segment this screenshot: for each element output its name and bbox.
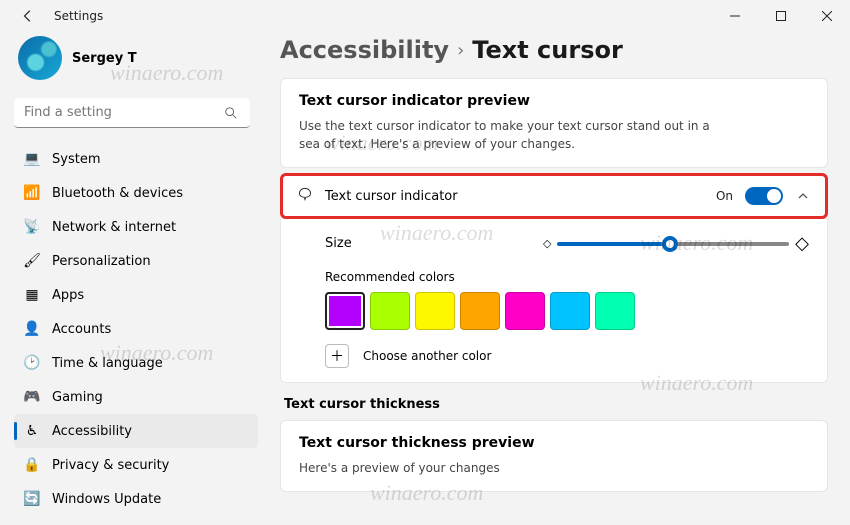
colors-label: Recommended colors [325, 270, 809, 284]
avatar [18, 36, 62, 80]
color-swatch[interactable] [370, 292, 410, 330]
chevron-up-icon[interactable] [795, 188, 811, 204]
sidebar-item-windows-update[interactable]: 🔄 Windows Update [14, 482, 258, 516]
indicator-toggle-highlight: Text cursor indicator On [280, 173, 828, 219]
indicator-label: Text cursor indicator [325, 189, 458, 204]
sidebar-item-bluetooth-devices[interactable]: 📶 Bluetooth & devices [14, 176, 258, 210]
toggle-state-label: On [716, 189, 733, 203]
nav-label: Privacy & security [52, 458, 169, 473]
search-input[interactable] [14, 98, 250, 128]
nav-icon: 🎮 [24, 389, 40, 405]
sidebar-item-gaming[interactable]: 🎮 Gaming [14, 380, 258, 414]
sidebar-item-system[interactable]: 💻 System [14, 142, 258, 176]
username: Sergey T [72, 51, 137, 66]
back-button[interactable] [16, 4, 40, 28]
color-swatch[interactable] [415, 292, 455, 330]
choose-color-label[interactable]: Choose another color [363, 349, 491, 363]
sidebar-item-personalization[interactable]: 🖌 Personalization [14, 244, 258, 278]
nav-icon: 🖌 [24, 253, 40, 269]
nav-icon: 📶 [24, 185, 40, 201]
nav-icon: 🕑 [24, 355, 40, 371]
indicator-toggle-row[interactable]: Text cursor indicator On [283, 176, 825, 216]
minimize-button[interactable] [712, 0, 758, 32]
nav-label: Bluetooth & devices [52, 186, 183, 201]
sidebar-item-apps[interactable]: ▦ Apps [14, 278, 258, 312]
nav-icon: 💻 [24, 151, 40, 167]
sidebar: Sergey T 💻 System 📶 Bluetooth & devices 📡 Net… [0, 32, 264, 525]
chevron-right-icon: › [457, 40, 464, 61]
nav-label: Windows Update [52, 492, 161, 507]
preview-title: Text cursor indicator preview [299, 93, 809, 109]
breadcrumb: Accessibility › Text cursor [280, 36, 828, 64]
nav-label: System [52, 152, 100, 167]
size-label: Size [325, 236, 525, 251]
preview-text: Use the text cursor indicator to make yo… [299, 117, 719, 153]
titlebar: Settings [0, 0, 850, 32]
sidebar-item-accounts[interactable]: 👤 Accounts [14, 312, 258, 346]
color-swatch[interactable] [595, 292, 635, 330]
thickness-preview-text: Here's a preview of your changes [299, 459, 719, 477]
profile[interactable]: Sergey T [14, 36, 258, 80]
nav-icon: 📡 [24, 219, 40, 235]
nav-label: Network & internet [52, 220, 176, 235]
window-title: Settings [54, 9, 103, 23]
color-swatch[interactable] [460, 292, 500, 330]
nav-label: Accessibility [52, 424, 132, 439]
tag-icon [297, 186, 313, 206]
main-panel: Accessibility › Text cursor Text cursor … [264, 32, 850, 525]
indicator-switch[interactable] [745, 187, 783, 205]
nav-icon: ♿ [24, 423, 40, 439]
nav-icon: 🔄 [24, 491, 40, 507]
size-slider[interactable]: ◇ ◇ [543, 233, 809, 254]
size-large-icon: ◇ [795, 233, 809, 254]
nav-icon: 🔒 [24, 457, 40, 473]
size-small-icon: ◇ [543, 237, 551, 250]
color-swatch[interactable] [325, 292, 365, 330]
color-swatch[interactable] [505, 292, 545, 330]
search-icon [224, 105, 238, 124]
page-title: Text cursor [472, 36, 623, 64]
nav-label: Gaming [52, 390, 103, 405]
sidebar-item-accessibility[interactable]: ♿ Accessibility [14, 414, 258, 448]
sidebar-item-network-internet[interactable]: 📡 Network & internet [14, 210, 258, 244]
nav-label: Accounts [52, 322, 111, 337]
sidebar-item-time-language[interactable]: 🕑 Time & language [14, 346, 258, 380]
thickness-section-title: Text cursor thickness [284, 397, 828, 412]
nav-label: Apps [52, 288, 84, 303]
nav-label: Time & language [52, 356, 163, 371]
add-icon[interactable]: ＋ [325, 344, 349, 368]
sidebar-item-privacy-security[interactable]: 🔒 Privacy & security [14, 448, 258, 482]
thickness-preview-card: Text cursor thickness preview Here's a p… [280, 420, 828, 492]
preview-card: Text cursor indicator preview Use the te… [280, 78, 828, 168]
thickness-preview-title: Text cursor thickness preview [299, 435, 809, 451]
swatch-row [325, 292, 809, 330]
nav-label: Personalization [52, 254, 151, 269]
breadcrumb-parent[interactable]: Accessibility [280, 36, 449, 64]
color-swatch[interactable] [550, 292, 590, 330]
nav-icon: 👤 [24, 321, 40, 337]
indicator-options: Size ◇ ◇ Recommended colors ＋ Choose ano… [280, 219, 828, 383]
close-button[interactable] [804, 0, 850, 32]
maximize-button[interactable] [758, 0, 804, 32]
nav-icon: ▦ [24, 287, 40, 303]
